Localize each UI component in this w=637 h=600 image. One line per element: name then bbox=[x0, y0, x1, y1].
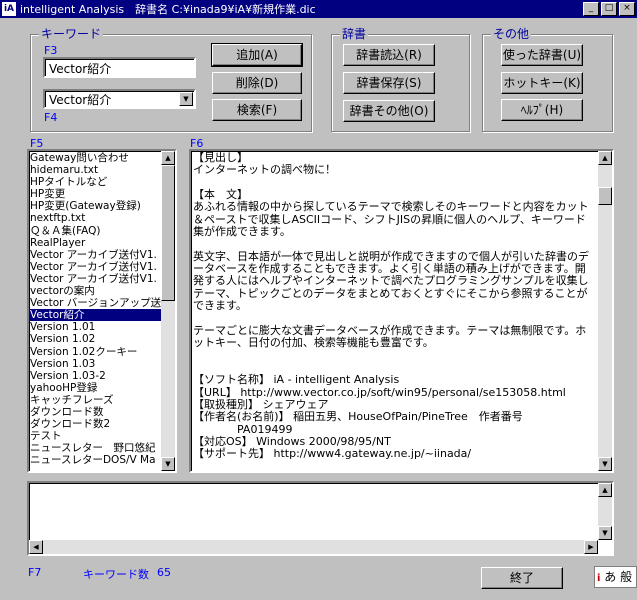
keyword-combo[interactable]: Vector紹介 ▼ bbox=[43, 89, 196, 109]
list-item[interactable]: Version 1.01 bbox=[29, 321, 161, 333]
list-item[interactable]: Ｑ＆Ａ集(FAQ) bbox=[29, 225, 161, 237]
scroll-up-icon[interactable]: ▲ bbox=[161, 151, 175, 165]
list-item[interactable]: RealPlayer bbox=[29, 237, 161, 249]
load-dictionary-button[interactable]: 辞書読込(R) bbox=[343, 44, 435, 66]
keyword-list[interactable]: Gateway問い合わせ hidemaru.txt HPタイトルなど HP変更 HP変更… bbox=[27, 149, 177, 473]
add-button[interactable]: 追加(A) bbox=[211, 43, 303, 67]
list-item[interactable]: HPタイトルなど bbox=[29, 176, 161, 188]
other-group-label: その他 bbox=[491, 27, 532, 41]
memo-vscrollbar[interactable]: ▲ ▼ bbox=[598, 483, 612, 540]
list-item[interactable]: Version 1.02クーキー bbox=[29, 346, 161, 358]
app-icon[interactable]: iA bbox=[2, 2, 16, 16]
f3-label: F3 bbox=[44, 44, 58, 57]
exit-button[interactable]: 終了 bbox=[481, 567, 563, 589]
title-bar[interactable]: iA intelligent Analysis 辞書名 C:¥inada9¥iA… bbox=[0, 0, 637, 18]
list-item[interactable]: キャッチフレーズ bbox=[29, 394, 161, 406]
hotkey-button[interactable]: ホットキー(K) bbox=[501, 72, 583, 94]
keyword-combo-value: Vector紹介 bbox=[49, 93, 112, 107]
list-item[interactable]: Vector アーカイブ送付V1. bbox=[29, 249, 161, 261]
document-text: 【見出し】 インターネットの調べ物に！ 【本 文】 あふれる情報の中から探してい… bbox=[193, 152, 589, 461]
keyword-list-scrollbar[interactable]: ▲ ▼ bbox=[161, 151, 175, 471]
ime-indicator[interactable]: i あ 般 bbox=[594, 566, 637, 588]
scroll-down-icon[interactable]: ▼ bbox=[598, 457, 612, 471]
list-item[interactable]: Version 1.02 bbox=[29, 333, 161, 345]
ime-mode: あ 般 bbox=[604, 570, 633, 584]
list-item[interactable]: Version 1.03 bbox=[29, 358, 161, 370]
list-item[interactable]: テスト bbox=[29, 430, 161, 442]
list-item[interactable]: ダウンロード数2 bbox=[29, 418, 161, 430]
list-item[interactable]: Vector アーカイブ送付V1. bbox=[29, 273, 161, 285]
keyword-group-label: キーワード bbox=[39, 27, 104, 41]
list-item[interactable]: ダウンロード数 bbox=[29, 406, 161, 418]
ime-icon: i bbox=[597, 573, 601, 584]
list-item[interactable]: Version 1.03-2 bbox=[29, 370, 161, 382]
list-item[interactable]: yahooHP登録 bbox=[29, 382, 161, 394]
memo-hscrollbar[interactable]: ◀ ▶ bbox=[29, 540, 598, 554]
document-scrollbar[interactable]: ▲ ▼ bbox=[598, 151, 612, 471]
f7-label: F7 bbox=[28, 566, 42, 579]
keyword-list-items: Gateway問い合わせ hidemaru.txt HPタイトルなど HP変更 HP変更… bbox=[29, 152, 161, 466]
save-dictionary-button[interactable]: 辞書保存(S) bbox=[343, 72, 435, 94]
maximize-button[interactable]: □ bbox=[601, 2, 617, 16]
dictionary-other-button[interactable]: 辞書その他(O) bbox=[343, 100, 435, 122]
list-item[interactable]: Gateway問い合わせ bbox=[29, 152, 161, 164]
scroll-thumb[interactable] bbox=[598, 187, 612, 205]
keyword-count-label: キーワード数 bbox=[83, 568, 149, 581]
memo-textarea[interactable]: ▲ ▼ ◀ ▶ bbox=[27, 481, 614, 556]
delete-button[interactable]: 削除(D) bbox=[212, 72, 302, 94]
keyword-input[interactable]: Vector紹介 bbox=[43, 57, 196, 78]
list-item[interactable]: Vector バージョンアップ送 bbox=[29, 297, 161, 309]
dictionary-group-label: 辞書 bbox=[340, 27, 369, 41]
list-item[interactable]: Vector紹介 bbox=[29, 309, 161, 322]
list-item[interactable]: Vector アーカイブ送付V1. bbox=[29, 261, 161, 273]
window-title: intelligent Analysis 辞書名 C:¥inada9¥iA¥新規… bbox=[20, 3, 316, 16]
list-item[interactable]: HP変更(Gateway登録) bbox=[29, 200, 161, 212]
keyword-count: 65 bbox=[157, 566, 171, 579]
list-item[interactable]: vectorの案内 bbox=[29, 285, 161, 297]
list-item[interactable]: HP変更 bbox=[29, 188, 161, 200]
minimize-button[interactable]: _ bbox=[583, 2, 599, 16]
used-dictionary-button[interactable]: 使った辞書(U) bbox=[501, 44, 583, 66]
list-item[interactable]: nextftp.txt bbox=[29, 212, 161, 224]
scroll-right-icon[interactable]: ▶ bbox=[584, 540, 598, 554]
close-button[interactable]: × bbox=[619, 2, 635, 16]
list-item[interactable]: ニュースレターDOS/V Ma bbox=[29, 454, 161, 466]
document-textarea[interactable]: 【見出し】 インターネットの調べ物に！ 【本 文】 あふれる情報の中から探してい… bbox=[189, 149, 614, 473]
scroll-down-icon[interactable]: ▼ bbox=[598, 526, 612, 540]
scroll-up-icon[interactable]: ▲ bbox=[598, 151, 612, 165]
scroll-left-icon[interactable]: ◀ bbox=[29, 540, 43, 554]
scroll-thumb[interactable] bbox=[161, 165, 175, 301]
list-item[interactable]: hidemaru.txt bbox=[29, 164, 161, 176]
window-controls: _ □ × bbox=[583, 2, 635, 16]
list-item[interactable]: ニュースレター 野口悠紀 bbox=[29, 442, 161, 454]
scroll-down-icon[interactable]: ▼ bbox=[161, 457, 175, 471]
chevron-down-icon[interactable]: ▼ bbox=[179, 92, 193, 106]
f4-label: F4 bbox=[44, 111, 58, 124]
search-button[interactable]: 検索(F) bbox=[212, 99, 302, 121]
scroll-up-icon[interactable]: ▲ bbox=[598, 483, 612, 497]
help-button[interactable]: ﾍﾙﾌﾟ(H) bbox=[501, 99, 583, 121]
